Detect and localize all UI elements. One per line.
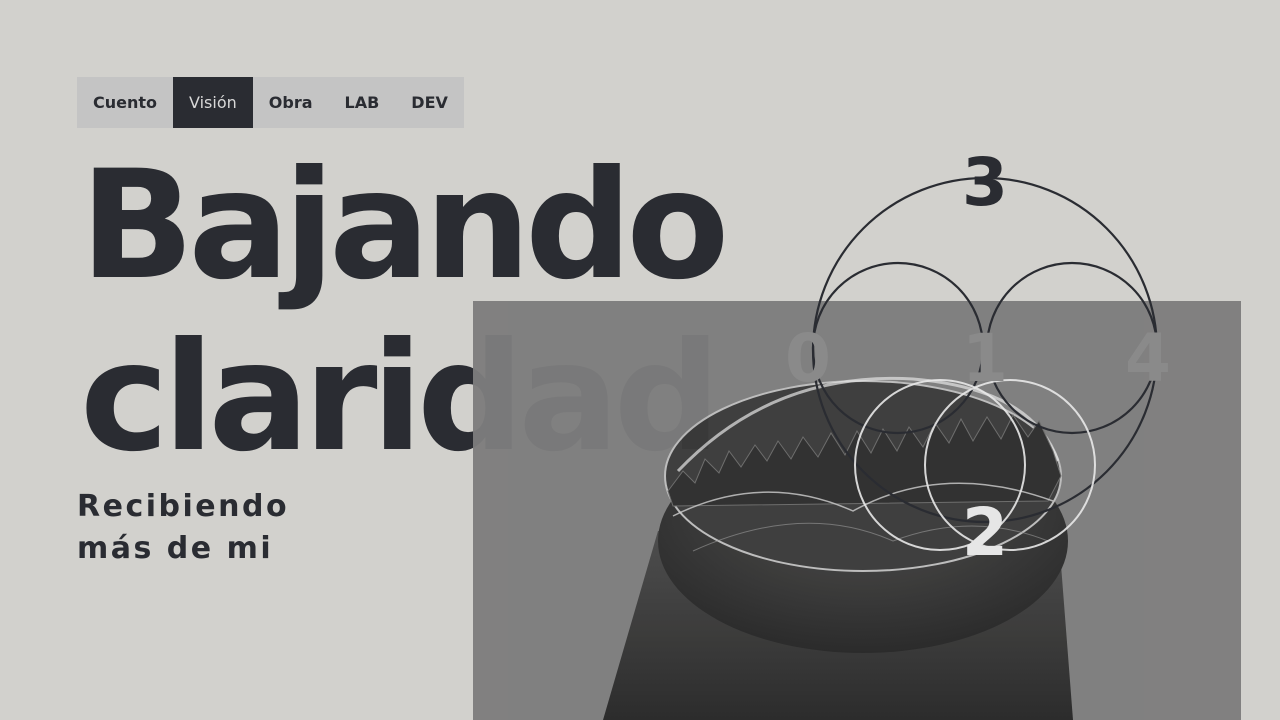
main-nav: Cuento Visión Obra LAB DEV [77,77,464,128]
hero-subtitle: Recibiendo más de mi [77,486,289,570]
nav-item-vision[interactable]: Visión [173,77,253,128]
hero-subtitle-line-2: más de mi [77,531,274,566]
diagram-number-4: 4 [1125,320,1171,397]
numbers-diagram: 3 0 1 4 2 [760,140,1240,580]
diagram-number-0: 0 [785,320,831,397]
hero-subtitle-line-1: Recibiendo [77,489,290,524]
page: Cuento Visión Obra LAB DEV Bajando clari… [0,0,1280,720]
hero-title-line-1: Bajando [80,139,729,313]
nav-item-obra[interactable]: Obra [253,77,329,128]
diagram-number-3: 3 [962,144,1008,221]
nav-item-lab[interactable]: LAB [329,77,396,128]
diagram-number-2: 2 [962,494,1008,571]
nav-item-dev[interactable]: DEV [395,77,464,128]
diagram-number-1: 1 [962,320,1008,397]
nav-item-cuento[interactable]: Cuento [77,77,173,128]
